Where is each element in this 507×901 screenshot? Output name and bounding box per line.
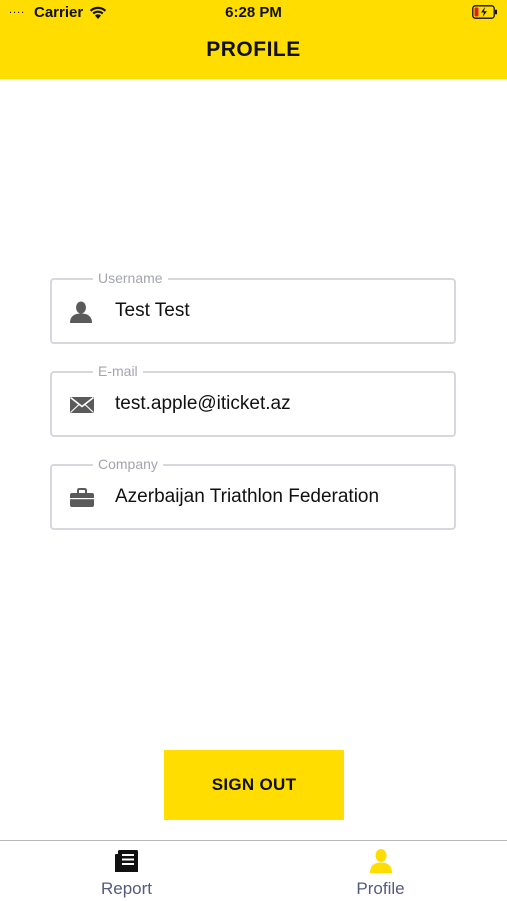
company-value: Azerbaijan Triathlon Federation xyxy=(115,486,380,507)
email-field: E-mail test.apple@iticket.az xyxy=(50,362,456,437)
tab-report-label: Report xyxy=(100,879,153,898)
email-value: test.apple@iticket.az xyxy=(115,393,291,414)
battery-charging-icon xyxy=(472,5,497,19)
person-icon xyxy=(369,849,392,873)
company-label: Company xyxy=(93,455,163,473)
tab-profile-label: Profile xyxy=(356,879,405,898)
person-icon xyxy=(70,301,92,323)
sign-out-button[interactable]: SIGN OUT xyxy=(164,750,344,820)
username-value: Test Test xyxy=(115,300,190,321)
tab-report[interactable]: Report xyxy=(0,841,253,901)
envelope-icon xyxy=(70,396,94,413)
page-title: PROFILE xyxy=(206,38,301,61)
tab-profile[interactable]: Profile xyxy=(254,841,507,901)
clock: 6:28 PM xyxy=(225,4,282,21)
briefcase-icon xyxy=(70,488,94,507)
email-label: E-mail xyxy=(93,362,143,380)
status-bar: .... Carrier 6:28 PM xyxy=(0,0,507,26)
username-field: Username Test Test xyxy=(50,269,456,344)
header-bar: .... Carrier 6:28 PM PROFILE xyxy=(0,0,507,79)
tab-bar: Report Profile xyxy=(0,840,507,901)
username-label: Username xyxy=(93,269,168,287)
company-field: Company Azerbaijan Triathlon Federation xyxy=(50,455,456,530)
report-icon xyxy=(114,850,138,872)
